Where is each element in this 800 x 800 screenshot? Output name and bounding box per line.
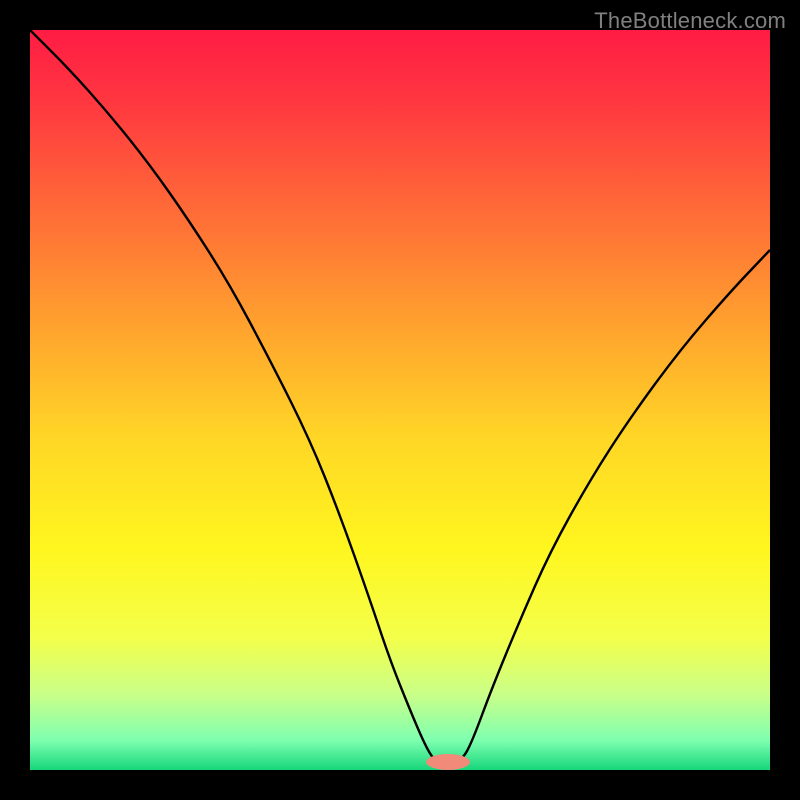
watermark-text: TheBottleneck.com	[594, 8, 786, 34]
chart-container: TheBottleneck.com	[0, 0, 800, 800]
gradient-background	[30, 30, 770, 770]
plot-area	[30, 30, 770, 770]
optimal-marker	[426, 754, 470, 770]
bottleneck-chart	[30, 30, 770, 770]
